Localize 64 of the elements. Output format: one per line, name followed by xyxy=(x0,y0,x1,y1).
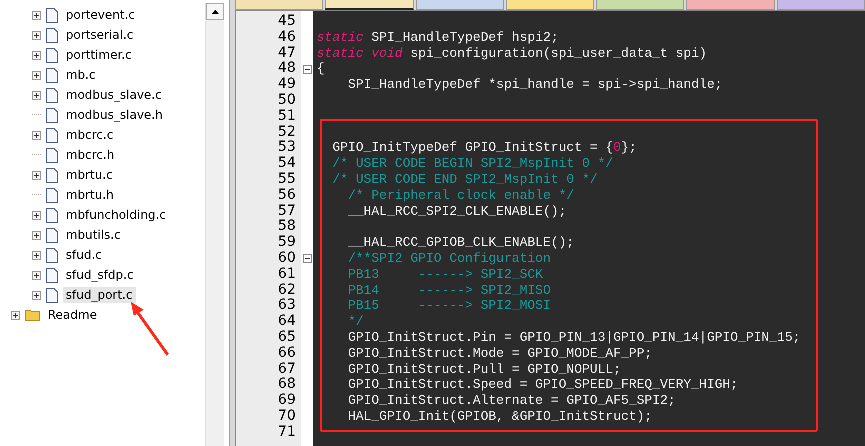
code-line: __HAL_RCC_GPIOB_CLK_ENABLE(); xyxy=(347,235,574,250)
code-line: /* Peripheral clock enable */ xyxy=(347,188,574,203)
line-number: 71 xyxy=(277,424,297,441)
file-item[interactable]: modbus_slave.h xyxy=(63,107,166,123)
line-number: 62 xyxy=(277,282,297,298)
code-line: PB15 ------> SPI2_MOSI xyxy=(347,298,552,314)
file-item[interactable]: portevent.c xyxy=(63,7,138,23)
code-line: static void spi_configuration(spi_user_data_t spi) xyxy=(317,46,708,61)
code-line: GPIO_InitStruct.Alternate = GPIO_AF5_SPI2; xyxy=(347,393,676,408)
line-number: 70 xyxy=(277,408,297,425)
code-line: */ xyxy=(347,314,364,330)
file-item[interactable]: mbfuncholding.c xyxy=(63,207,170,223)
line-number: 60 xyxy=(277,250,297,267)
file-item[interactable]: sfud_port.c xyxy=(63,287,136,303)
line-number: 63 xyxy=(277,298,297,314)
code-line: GPIO_InitStruct.Pull = GPIO_NOPULL; xyxy=(347,362,622,377)
code-line: GPIO_InitStruct.Mode = GPIO_MODE_AF_PP; xyxy=(347,346,652,361)
code-line: { xyxy=(317,61,325,76)
folder-item[interactable]: Readme xyxy=(45,307,100,323)
line-number: 65 xyxy=(277,330,297,346)
code-line: PB13 ------> SPI2_SCK xyxy=(347,266,544,282)
line-number: 46 xyxy=(277,30,297,46)
line-number: 58 xyxy=(277,219,297,236)
line-number: 69 xyxy=(277,393,297,409)
code-line: GPIO_InitStruct.Pin = GPIO_PIN_13|GPIO_PIN_14|GPIO_PIN_15; xyxy=(347,330,801,345)
line-number: 68 xyxy=(277,377,297,394)
code-line: static SPI_HandleTypeDef hspi2; xyxy=(317,30,559,45)
code-line: /* USER CODE BEGIN SPI2_MspInit 0 */ xyxy=(332,156,614,172)
file-item[interactable]: sfud.c xyxy=(63,247,106,263)
line-number: 45 xyxy=(277,14,297,30)
line-number: 47 xyxy=(277,46,297,62)
file-item[interactable]: mb.c xyxy=(63,67,99,83)
line-number: 55 xyxy=(277,172,297,188)
code-line: /**SPI2 GPIO Configuration xyxy=(347,250,552,266)
file-item[interactable]: sfud_sfdp.c xyxy=(63,267,137,283)
file-item[interactable]: mbrtu.c xyxy=(63,167,116,183)
line-number: 66 xyxy=(277,346,297,362)
line-number: 57 xyxy=(277,204,297,220)
code-line: HAL_GPIO_Init(GPIOB, &GPIO_InitStruct); xyxy=(347,408,652,424)
line-number: 54 xyxy=(277,156,297,172)
file-item[interactable]: mbrtu.h xyxy=(63,187,117,203)
file-item[interactable]: mbcrc.h xyxy=(63,147,118,163)
line-number: 49 xyxy=(277,77,297,93)
line-number: 59 xyxy=(277,235,297,251)
line-number: 48 xyxy=(277,61,297,78)
line-number: 53 xyxy=(277,140,297,156)
file-item[interactable]: mbcrc.c xyxy=(63,127,117,143)
code-line: GPIO_InitTypeDef GPIO_InitStruct = {0}; xyxy=(332,140,637,156)
line-number: 56 xyxy=(277,188,297,204)
line-number: 50 xyxy=(277,92,297,109)
file-item[interactable]: mbutils.c xyxy=(63,227,124,243)
code-line: PB14 ------> SPI2_MISO xyxy=(347,282,552,298)
code-line: __HAL_RCC_SPI2_CLK_ENABLE(); xyxy=(347,204,567,219)
line-number: 51 xyxy=(277,108,297,125)
file-item[interactable]: portserial.c xyxy=(63,27,137,43)
file-item[interactable]: modbus_slave.c xyxy=(63,87,165,103)
line-number: 67 xyxy=(277,362,297,378)
line-number: 64 xyxy=(277,314,297,330)
code-line: SPI_HandleTypeDef *spi_handle = spi->spi_handle; xyxy=(347,77,723,92)
code-line: /* USER CODE END SPI2_MspInit 0 */ xyxy=(332,172,598,187)
line-number: 61 xyxy=(277,266,297,283)
file-item[interactable]: porttimer.c xyxy=(63,47,135,63)
line-number: 52 xyxy=(277,124,297,140)
code-line: GPIO_InitStruct.Speed = GPIO_SPEED_FREQ_VERY_HIGH; xyxy=(347,377,738,392)
